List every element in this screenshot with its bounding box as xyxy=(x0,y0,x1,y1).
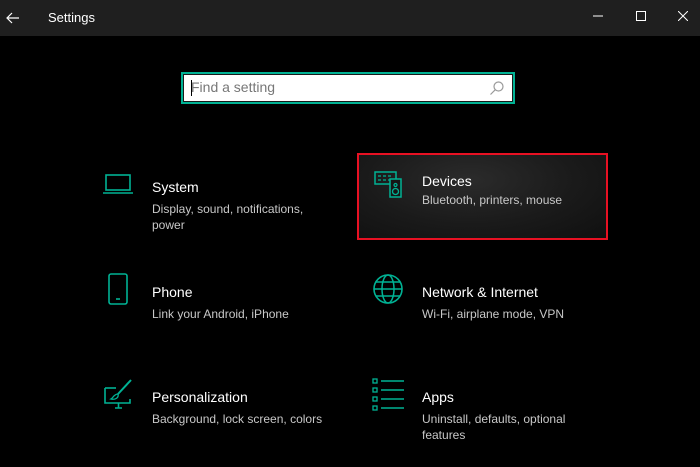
category-name: Personalization xyxy=(152,389,248,405)
minimize-icon xyxy=(593,15,603,17)
category-devices[interactable]: Devices Bluetooth, printers, mouse xyxy=(357,153,608,240)
category-description: Display, sound, notifications, power xyxy=(152,202,304,232)
search-input[interactable] xyxy=(191,74,481,100)
maximize-button[interactable] xyxy=(618,0,664,32)
close-button[interactable] xyxy=(660,0,700,32)
paint-icon xyxy=(104,379,132,409)
minimize-button[interactable] xyxy=(575,0,621,32)
apps-list-icon xyxy=(372,378,404,411)
category-description: Uninstall, defaults, optional features xyxy=(422,412,566,442)
search-box[interactable] xyxy=(181,72,515,104)
laptop-icon xyxy=(103,174,133,194)
category-phone[interactable]: Phone Link your Android, iPhone xyxy=(102,268,352,354)
back-arrow-icon xyxy=(6,12,19,24)
keyboard-speaker-icon xyxy=(374,171,402,198)
category-name: Devices xyxy=(422,173,472,189)
category-name: Apps xyxy=(422,389,454,405)
category-system[interactable]: System Display, sound, notifications, po… xyxy=(102,163,352,249)
title-bar: Settings xyxy=(0,0,700,36)
globe-icon xyxy=(373,274,403,304)
category-name: Network & Internet xyxy=(422,284,538,300)
category-description: Link your Android, iPhone xyxy=(152,307,289,321)
phone-icon xyxy=(108,273,128,305)
category-description: Background, lock screen, colors xyxy=(152,412,323,426)
category-description: Wi-Fi, airplane mode, VPN xyxy=(422,307,565,321)
category-personalization[interactable]: Personalization Background, lock screen,… xyxy=(102,373,352,459)
category-description: Bluetooth, printers, mouse xyxy=(422,193,563,207)
text-caret xyxy=(191,80,192,96)
window-title: Settings xyxy=(48,10,95,25)
search-icon xyxy=(490,81,504,95)
back-button[interactable] xyxy=(0,0,26,36)
close-icon xyxy=(678,11,688,21)
category-name: System xyxy=(152,179,199,195)
settings-window: Settings System xyxy=(0,0,700,467)
category-apps[interactable]: Apps Uninstall, defaults, optional featu… xyxy=(372,373,622,459)
category-name: Phone xyxy=(152,284,193,300)
maximize-icon xyxy=(636,11,646,21)
category-network-internet[interactable]: Network & Internet Wi-Fi, airplane mode,… xyxy=(372,268,622,354)
